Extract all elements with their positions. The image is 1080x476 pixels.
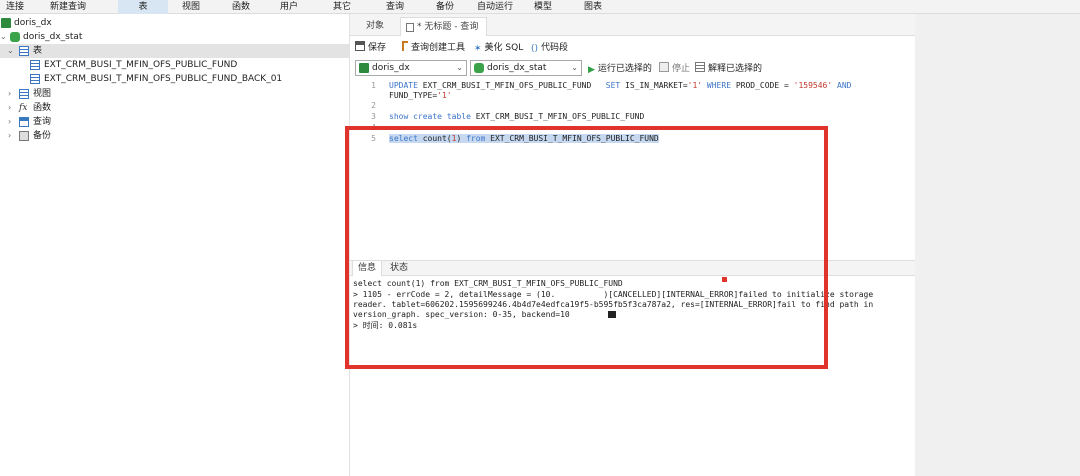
chevron-right-icon[interactable]: › xyxy=(8,101,11,115)
chevron-right-icon[interactable]: › xyxy=(8,129,11,143)
menu-backup[interactable]: 备份 xyxy=(430,0,460,14)
code-snippet-button[interactable]: () 代码段 xyxy=(531,41,568,55)
menu-connect[interactable]: 连接 xyxy=(0,0,30,14)
tab-objects[interactable]: 对象 xyxy=(358,17,392,36)
database-icon xyxy=(10,32,20,42)
run-toolbar: doris_dx ⌄ doris_dx_stat ⌄ ▶ 运行已选择的 停止 解释… xyxy=(350,59,915,79)
save-button[interactable]: 保存 xyxy=(355,41,386,55)
tree-tables-label: 表 xyxy=(33,46,43,56)
tree-connection-label: doris_dx xyxy=(14,18,52,28)
run-selected-button[interactable]: ▶ 运行已选择的 xyxy=(588,62,652,76)
code-line-1: UPDATE EXT_CRM_BUSI_T_MFIN_OFS_PUBLIC_FU… xyxy=(389,81,852,90)
connection-select[interactable]: doris_dx ⌄ xyxy=(355,60,467,76)
view-icon xyxy=(19,89,29,99)
database-select[interactable]: doris_dx_stat ⌄ xyxy=(470,60,582,76)
editor-toolbar: 保存 查询创建工具 ✶ 美化 SQL () 代码段 xyxy=(350,38,915,58)
run-selected-label: 运行已选择的 xyxy=(597,64,652,74)
query-builder-button[interactable]: 查询创建工具 xyxy=(402,41,465,55)
query-tab-icon xyxy=(406,23,414,32)
line-number: 1 xyxy=(371,81,376,90)
line-number: 3 xyxy=(371,112,376,121)
side-panel xyxy=(915,14,1080,476)
beautify-sql-label: 美化 SQL xyxy=(484,43,524,53)
code-snippet-label: 代码段 xyxy=(541,43,569,53)
chevron-down-icon[interactable]: ⌄ xyxy=(0,30,7,44)
database-icon xyxy=(474,63,484,73)
line-number: 2 xyxy=(371,101,376,110)
code-line-1-wrap: FUND_TYPE='1' xyxy=(389,91,452,100)
highlight-box xyxy=(345,126,828,369)
tree-table-label: EXT_CRM_BUSI_T_MFIN_OFS_PUBLIC_FUND xyxy=(44,60,238,70)
chevron-down-icon[interactable]: ⌄ xyxy=(7,44,14,58)
save-label: 保存 xyxy=(368,43,387,53)
tree-tables-folder[interactable]: ⌄ 表 xyxy=(0,44,349,58)
stop-icon xyxy=(659,62,669,72)
play-icon: ▶ xyxy=(588,65,595,75)
query-builder-icon xyxy=(402,41,408,51)
code-line-3: show create table EXT_CRM_BUSI_T_MFIN_OF… xyxy=(389,112,645,121)
menu-new-query[interactable]: 新建查询 xyxy=(44,0,92,14)
tab-query-label: * 无标题 - 查询 xyxy=(417,22,479,32)
tab-query[interactable]: * 无标题 - 查询 xyxy=(400,17,488,36)
tree-table-label: EXT_CRM_BUSI_T_MFIN_OFS_PUBLIC_FUND_BACK… xyxy=(44,74,283,84)
query-builder-label: 查询创建工具 xyxy=(411,43,466,53)
menu-views[interactable]: 视图 xyxy=(176,0,206,14)
explain-selected-label: 解释已选择的 xyxy=(708,64,763,74)
menu-queries[interactable]: 查询 xyxy=(380,0,410,14)
chevron-down-icon: ⌄ xyxy=(456,63,463,72)
navigation-tree: doris_dx ⌄ doris_dx_stat ⌄ 表 EXT_CRM_BUS… xyxy=(0,14,350,476)
table-icon xyxy=(30,74,40,84)
backup-icon xyxy=(19,131,29,141)
menu-tables[interactable]: 表 xyxy=(118,0,168,14)
explain-icon xyxy=(695,62,705,72)
beautify-sql-button[interactable]: ✶ 美化 SQL xyxy=(474,41,523,55)
function-icon: fx xyxy=(19,103,28,113)
table-icon xyxy=(30,60,40,70)
magic-wand-icon: ✶ xyxy=(474,44,482,54)
query-icon xyxy=(19,117,29,127)
menu-functions[interactable]: 函数 xyxy=(226,0,256,14)
menu-model[interactable]: 模型 xyxy=(528,0,558,14)
database-select-value: doris_dx_stat xyxy=(487,63,547,73)
tree-views-label: 视图 xyxy=(33,89,52,99)
connection-select-value: doris_dx xyxy=(372,63,410,73)
chevron-right-icon[interactable]: › xyxy=(8,115,11,129)
stop-label: 停止 xyxy=(672,64,691,74)
menu-automation[interactable]: 自动运行 xyxy=(474,0,516,14)
menu-charts[interactable]: 图表 xyxy=(578,0,608,14)
tree-queries-label: 查询 xyxy=(33,117,52,127)
menu-others[interactable]: 其它 xyxy=(327,0,357,14)
tree-backups-label: 备份 xyxy=(33,131,52,141)
chevron-right-icon[interactable]: › xyxy=(8,87,11,101)
save-icon xyxy=(355,41,365,51)
menu-users[interactable]: 用户 xyxy=(274,0,304,14)
explain-selected-button[interactable]: 解释已选择的 xyxy=(695,62,762,76)
connection-icon xyxy=(1,18,11,28)
tree-database-label: doris_dx_stat xyxy=(23,32,83,42)
connection-icon xyxy=(359,63,369,73)
code-snippet-icon: () xyxy=(531,44,539,54)
tree-functions-label: 函数 xyxy=(33,103,52,113)
table-folder-icon xyxy=(19,46,29,56)
stop-button[interactable]: 停止 xyxy=(659,62,690,76)
tab-bar: 对象 * 无标题 - 查询 xyxy=(350,14,915,36)
chevron-down-icon: ⌄ xyxy=(571,63,578,72)
menu-bar: 连接 新建查询 表 视图 函数 用户 其它 查询 备份 自动运行 模型 图表 xyxy=(0,0,1080,14)
